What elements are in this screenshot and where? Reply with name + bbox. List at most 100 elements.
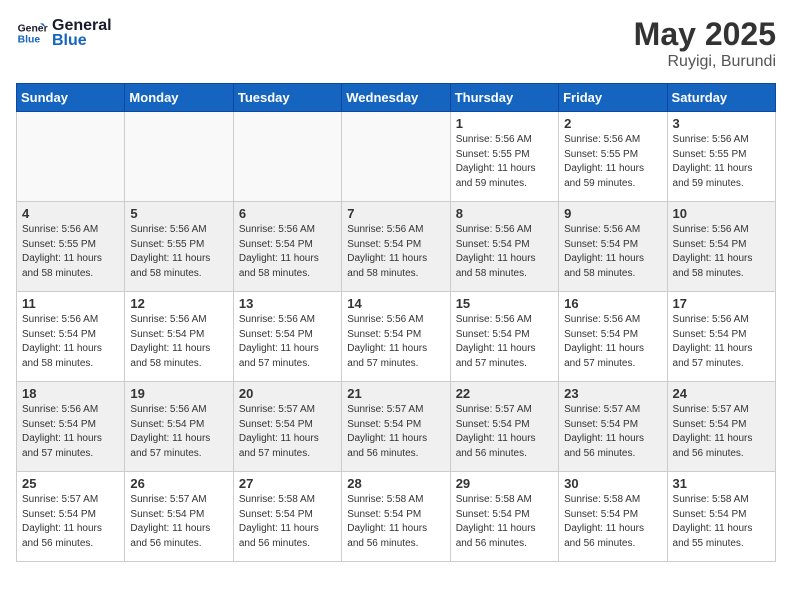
calendar-cell: 6 Sunrise: 5:56 AMSunset: 5:54 PMDaylight… [233,202,341,292]
calendar-week-row: 25Sunrise: 5:57 AMSunset: 5:54 PMDayligh… [17,472,776,562]
calendar-cell [233,112,341,202]
day-info: Sunrise: 5:58 AMSunset: 5:54 PMDaylight:… [673,493,770,551]
weekday-header: Friday [559,84,667,112]
day-number: 3 [673,116,770,131]
calendar-cell: 14Sunrise: 5:56 AMSunset: 5:54 PMDayligh… [342,292,450,382]
calendar-cell: 1 Sunrise: 5:56 AMSunset: 5:55 PMDaylight… [450,112,558,202]
day-info: Sunrise: 5:57 AMSunset: 5:54 PMDaylight:… [564,403,661,461]
day-number: 20 [239,386,336,401]
calendar-cell: 22 Sunrise: 5:57 AMSunset: 5:54 PMDayligh… [450,382,558,472]
day-number: 30 [564,476,661,491]
day-info: Sunrise: 5:56 AMSunset: 5:55 PMDaylight:… [456,133,553,191]
day-number: 5 [130,206,227,221]
weekday-header: Wednesday [342,84,450,112]
weekday-header: Sunday [17,84,125,112]
day-number: 29 [456,476,553,491]
calendar-week-row: 11 Sunrise: 5:56 AMSunset: 5:54 PMDayligh… [17,292,776,382]
calendar-cell: 17 Sunrise: 5:56 AMSunset: 5:54 PMDayligh… [667,292,775,382]
day-info: Sunrise: 5:58 AMSunset: 5:54 PMDaylight:… [347,493,444,551]
day-number: 25 [22,476,119,491]
calendar-cell: 26Sunrise: 5:57 AMSunset: 5:54 PMDayligh… [125,472,233,562]
day-number: 9 [564,206,661,221]
day-info: Sunrise: 5:56 AMSunset: 5:54 PMDaylight:… [130,403,227,461]
calendar-cell: 16 Sunrise: 5:56 AMSunset: 5:54 PMDayligh… [559,292,667,382]
day-info: Sunrise: 5:57 AMSunset: 5:54 PMDaylight:… [347,403,444,461]
day-info: Sunrise: 5:56 AMSunset: 5:54 PMDaylight:… [456,223,553,281]
weekday-header-row: SundayMondayTuesdayWednesdayThursdayFrid… [17,84,776,112]
title-block: May 2025 Ruyigi, Burundi [634,16,776,71]
calendar-cell: 7 Sunrise: 5:56 AMSunset: 5:54 PMDaylight… [342,202,450,292]
calendar-cell: 19Sunrise: 5:56 AMSunset: 5:54 PMDayligh… [125,382,233,472]
day-number: 12 [130,296,227,311]
day-number: 28 [347,476,444,491]
day-info: Sunrise: 5:56 AMSunset: 5:54 PMDaylight:… [564,313,661,371]
logo-icon: General Blue [16,17,48,49]
day-info: Sunrise: 5:57 AMSunset: 5:54 PMDaylight:… [673,403,770,461]
day-info: Sunrise: 5:58 AMSunset: 5:54 PMDaylight:… [239,493,336,551]
calendar-cell: 9 Sunrise: 5:56 AMSunset: 5:54 PMDaylight… [559,202,667,292]
day-number: 23 [564,386,661,401]
logo-line2: Blue [52,31,112,50]
day-number: 16 [564,296,661,311]
calendar-table: SundayMondayTuesdayWednesdayThursdayFrid… [16,83,776,562]
calendar-cell: 31 Sunrise: 5:58 AMSunset: 5:54 PMDayligh… [667,472,775,562]
calendar-cell: 23 Sunrise: 5:57 AMSunset: 5:54 PMDayligh… [559,382,667,472]
calendar-cell: 28 Sunrise: 5:58 AMSunset: 5:54 PMDayligh… [342,472,450,562]
day-info: Sunrise: 5:56 AMSunset: 5:55 PMDaylight:… [673,133,770,191]
day-info: Sunrise: 5:56 AMSunset: 5:54 PMDaylight:… [347,223,444,281]
day-number: 26 [130,476,227,491]
day-number: 31 [673,476,770,491]
page-header: General Blue General Blue May 2025 Ruyig… [16,16,776,71]
weekday-header: Thursday [450,84,558,112]
svg-text:Blue: Blue [18,35,41,46]
day-number: 14 [347,296,444,311]
calendar-cell: 21 Sunrise: 5:57 AMSunset: 5:54 PMDayligh… [342,382,450,472]
calendar-cell: 25Sunrise: 5:57 AMSunset: 5:54 PMDayligh… [17,472,125,562]
weekday-header: Tuesday [233,84,341,112]
calendar-week-row: 1 Sunrise: 5:56 AMSunset: 5:55 PMDaylight… [17,112,776,202]
day-info: Sunrise: 5:57 AMSunset: 5:54 PMDaylight:… [239,403,336,461]
calendar-cell: 12 Sunrise: 5:56 AMSunset: 5:54 PMDayligh… [125,292,233,382]
calendar-cell: 20 Sunrise: 5:57 AMSunset: 5:54 PMDayligh… [233,382,341,472]
day-info: Sunrise: 5:56 AMSunset: 5:55 PMDaylight:… [130,223,227,281]
day-number: 8 [456,206,553,221]
calendar-cell: 27Sunrise: 5:58 AMSunset: 5:54 PMDayligh… [233,472,341,562]
calendar-cell: 4Sunrise: 5:56 AMSunset: 5:55 PMDaylight… [17,202,125,292]
day-number: 17 [673,296,770,311]
day-info: Sunrise: 5:56 AMSunset: 5:54 PMDaylight:… [239,313,336,371]
calendar-cell: 11Sunrise: 5:56 AMSunset: 5:54 PMDayligh… [17,292,125,382]
day-number: 4 [22,206,119,221]
day-info: Sunrise: 5:57 AMSunset: 5:54 PMDaylight:… [456,403,553,461]
calendar-cell: 2Sunrise: 5:56 AMSunset: 5:55 PMDaylight… [559,112,667,202]
day-number: 7 [347,206,444,221]
day-number: 6 [239,206,336,221]
day-info: Sunrise: 5:56 AMSunset: 5:54 PMDaylight:… [130,313,227,371]
calendar-cell [342,112,450,202]
day-info: Sunrise: 5:56 AMSunset: 5:54 PMDaylight:… [239,223,336,281]
weekday-header: Monday [125,84,233,112]
calendar-cell: 3 Sunrise: 5:56 AMSunset: 5:55 PMDaylight… [667,112,775,202]
weekday-header: Saturday [667,84,775,112]
day-number: 2 [564,116,661,131]
day-info: Sunrise: 5:58 AMSunset: 5:54 PMDaylight:… [456,493,553,551]
day-info: Sunrise: 5:56 AMSunset: 5:54 PMDaylight:… [22,403,119,461]
calendar-cell: 13 Sunrise: 5:56 AMSunset: 5:54 PMDayligh… [233,292,341,382]
day-info: Sunrise: 5:56 AMSunset: 5:54 PMDaylight:… [456,313,553,371]
calendar-title: May 2025 [634,16,776,53]
calendar-subtitle: Ruyigi, Burundi [634,53,776,71]
day-info: Sunrise: 5:58 AMSunset: 5:54 PMDaylight:… [564,493,661,551]
calendar-cell [17,112,125,202]
day-info: Sunrise: 5:56 AMSunset: 5:54 PMDaylight:… [673,313,770,371]
day-info: Sunrise: 5:56 AMSunset: 5:54 PMDaylight:… [564,223,661,281]
day-number: 22 [456,386,553,401]
calendar-cell: 18Sunrise: 5:56 AMSunset: 5:54 PMDayligh… [17,382,125,472]
calendar-cell: 10Sunrise: 5:56 AMSunset: 5:54 PMDayligh… [667,202,775,292]
calendar-cell: 15Sunrise: 5:56 AMSunset: 5:54 PMDayligh… [450,292,558,382]
logo: General Blue General Blue [16,16,112,50]
day-number: 1 [456,116,553,131]
calendar-cell: 5 Sunrise: 5:56 AMSunset: 5:55 PMDaylight… [125,202,233,292]
day-info: Sunrise: 5:56 AMSunset: 5:54 PMDaylight:… [673,223,770,281]
day-number: 13 [239,296,336,311]
day-number: 11 [22,296,119,311]
day-number: 21 [347,386,444,401]
